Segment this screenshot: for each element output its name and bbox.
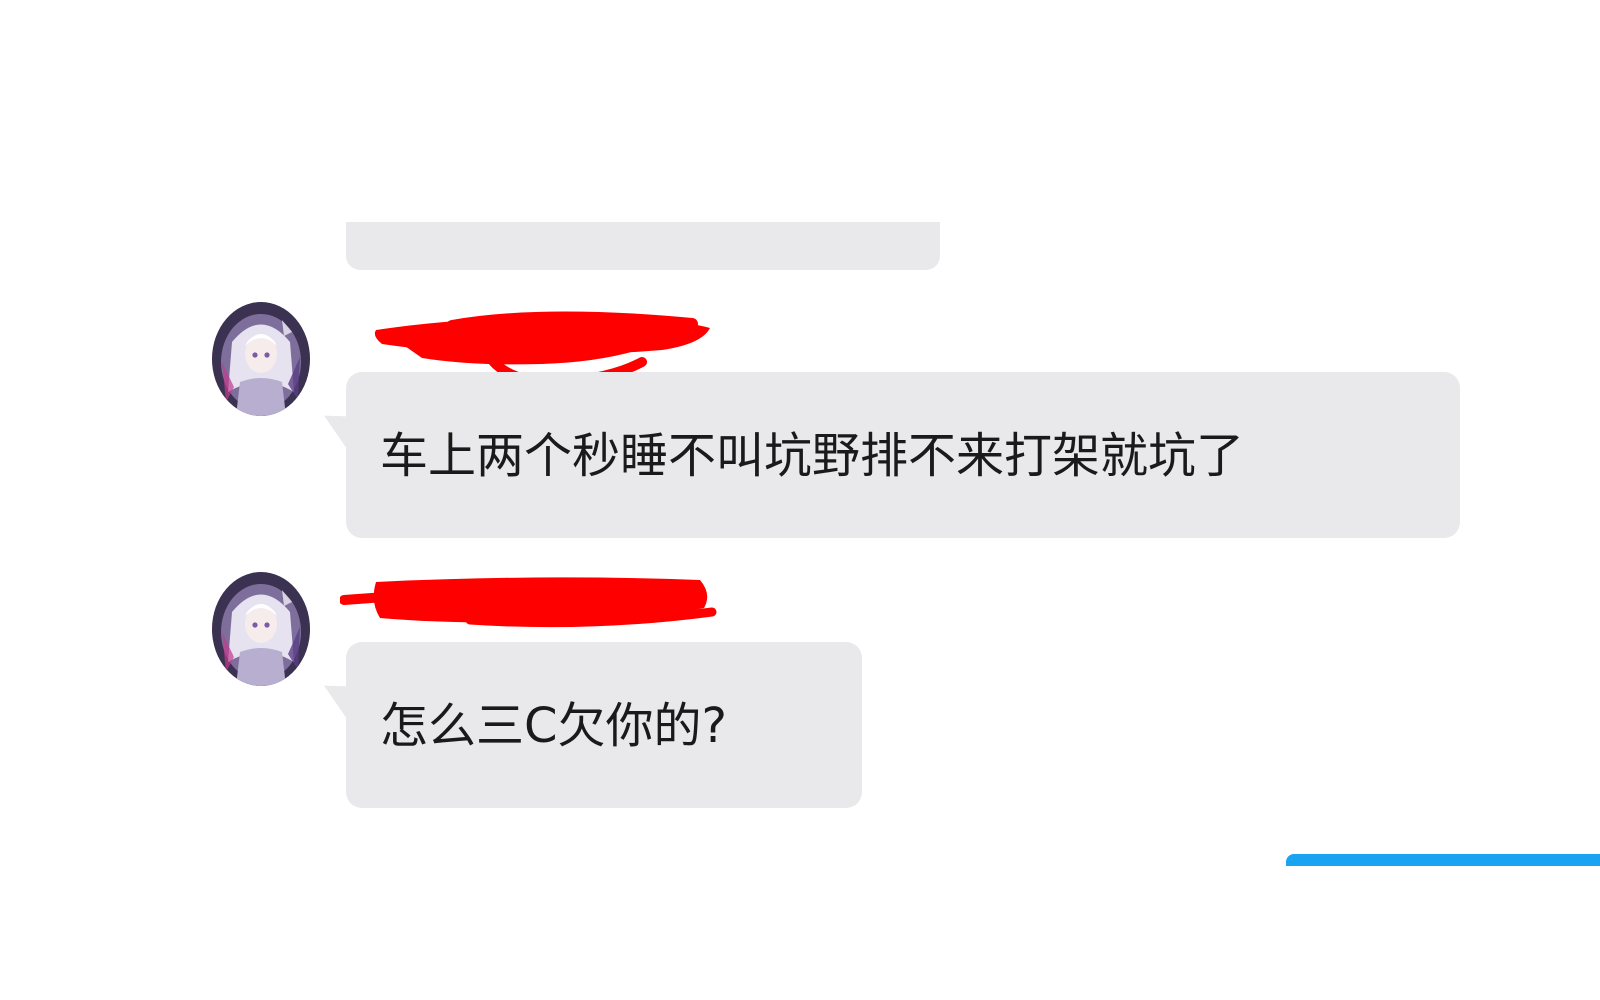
avatar[interactable] xyxy=(212,572,310,686)
message-bubble[interactable]: 怎么三C欠你的? xyxy=(346,642,862,808)
anime-character-avatar-icon xyxy=(212,302,310,416)
input-accent-bar xyxy=(1286,854,1600,866)
message-bubble[interactable]: 车上两个秒睡不叫坑野排不来打架就坑了 xyxy=(346,372,1460,538)
chat-message-area: 车上两个秒睡不叫坑野排不来打架就坑了 怎么三C欠你的? xyxy=(0,0,1600,1000)
previous-message-bubble[interactable] xyxy=(346,222,940,270)
avatar[interactable] xyxy=(212,302,310,416)
redaction-scribble xyxy=(340,572,730,634)
message-text: 车上两个秒睡不叫坑野排不来打架就坑了 xyxy=(380,428,1245,484)
anime-character-avatar-icon xyxy=(212,572,310,686)
message-text: 怎么三C欠你的? xyxy=(380,698,727,754)
